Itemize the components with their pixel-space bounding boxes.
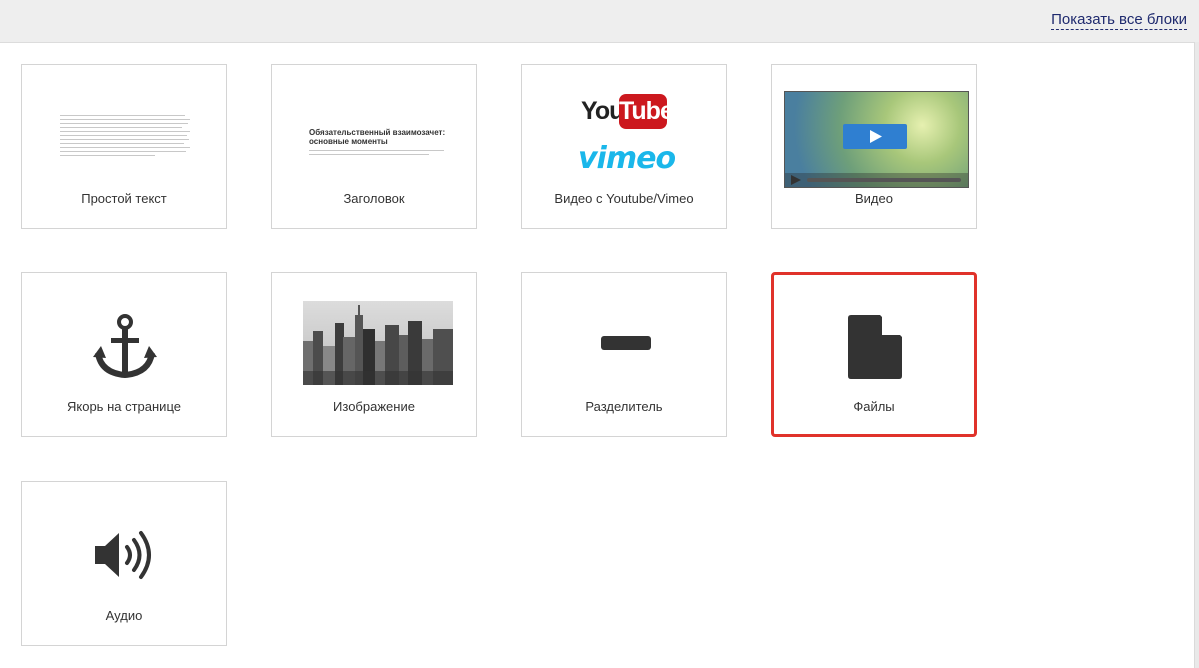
block-label: Простой текст	[81, 191, 167, 206]
play-button[interactable]	[843, 124, 907, 149]
block-label: Разделитель	[585, 399, 663, 414]
block-video[interactable]: Видео	[771, 64, 977, 229]
show-all-blocks-link[interactable]: Показать все блоки	[1051, 11, 1187, 30]
block-label: Аудио	[105, 608, 143, 623]
file-icon	[848, 315, 902, 384]
top-bar: Показать все блоки	[0, 0, 1199, 43]
image-thumbnail	[303, 301, 453, 385]
heading-preview: Обязательственный взаимозачет: основные …	[309, 128, 449, 158]
block-heading[interactable]: Обязательственный взаимозачет: основные …	[271, 64, 477, 229]
speaker-icon	[95, 529, 157, 586]
block-label: Видео с Youtube/Vimeo	[554, 191, 694, 206]
scrollbar-track[interactable]	[1194, 42, 1199, 668]
block-anchor[interactable]: Якорь на странице	[21, 272, 227, 437]
divider-icon	[601, 336, 651, 350]
block-label: Якорь на странице	[67, 399, 181, 414]
block-label: Изображение	[333, 399, 415, 414]
video-thumbnail	[784, 91, 969, 188]
heading-preview-title: основные моменты	[309, 137, 388, 146]
block-audio[interactable]: Аудио	[21, 481, 227, 646]
block-label: Файлы	[853, 399, 895, 414]
block-divider[interactable]: Разделитель	[521, 272, 727, 437]
block-simple-text[interactable]: Простой текст	[21, 64, 227, 229]
block-files[interactable]: Файлы	[771, 272, 977, 437]
heading-preview-title: Обязательственный взаимозачет:	[309, 128, 446, 137]
block-youtube-vimeo[interactable]: You Tube vimeo Видео с Youtube/Vimeo	[521, 64, 727, 229]
vimeo-logo: vimeo	[578, 141, 676, 176]
anchor-icon	[93, 313, 157, 384]
text-preview	[60, 115, 190, 159]
youtube-logo: You Tube	[581, 94, 674, 130]
block-image[interactable]: Изображение	[271, 272, 477, 437]
block-label: Заголовок	[343, 191, 405, 206]
block-label: Видео	[855, 191, 893, 206]
video-controls	[785, 173, 968, 187]
